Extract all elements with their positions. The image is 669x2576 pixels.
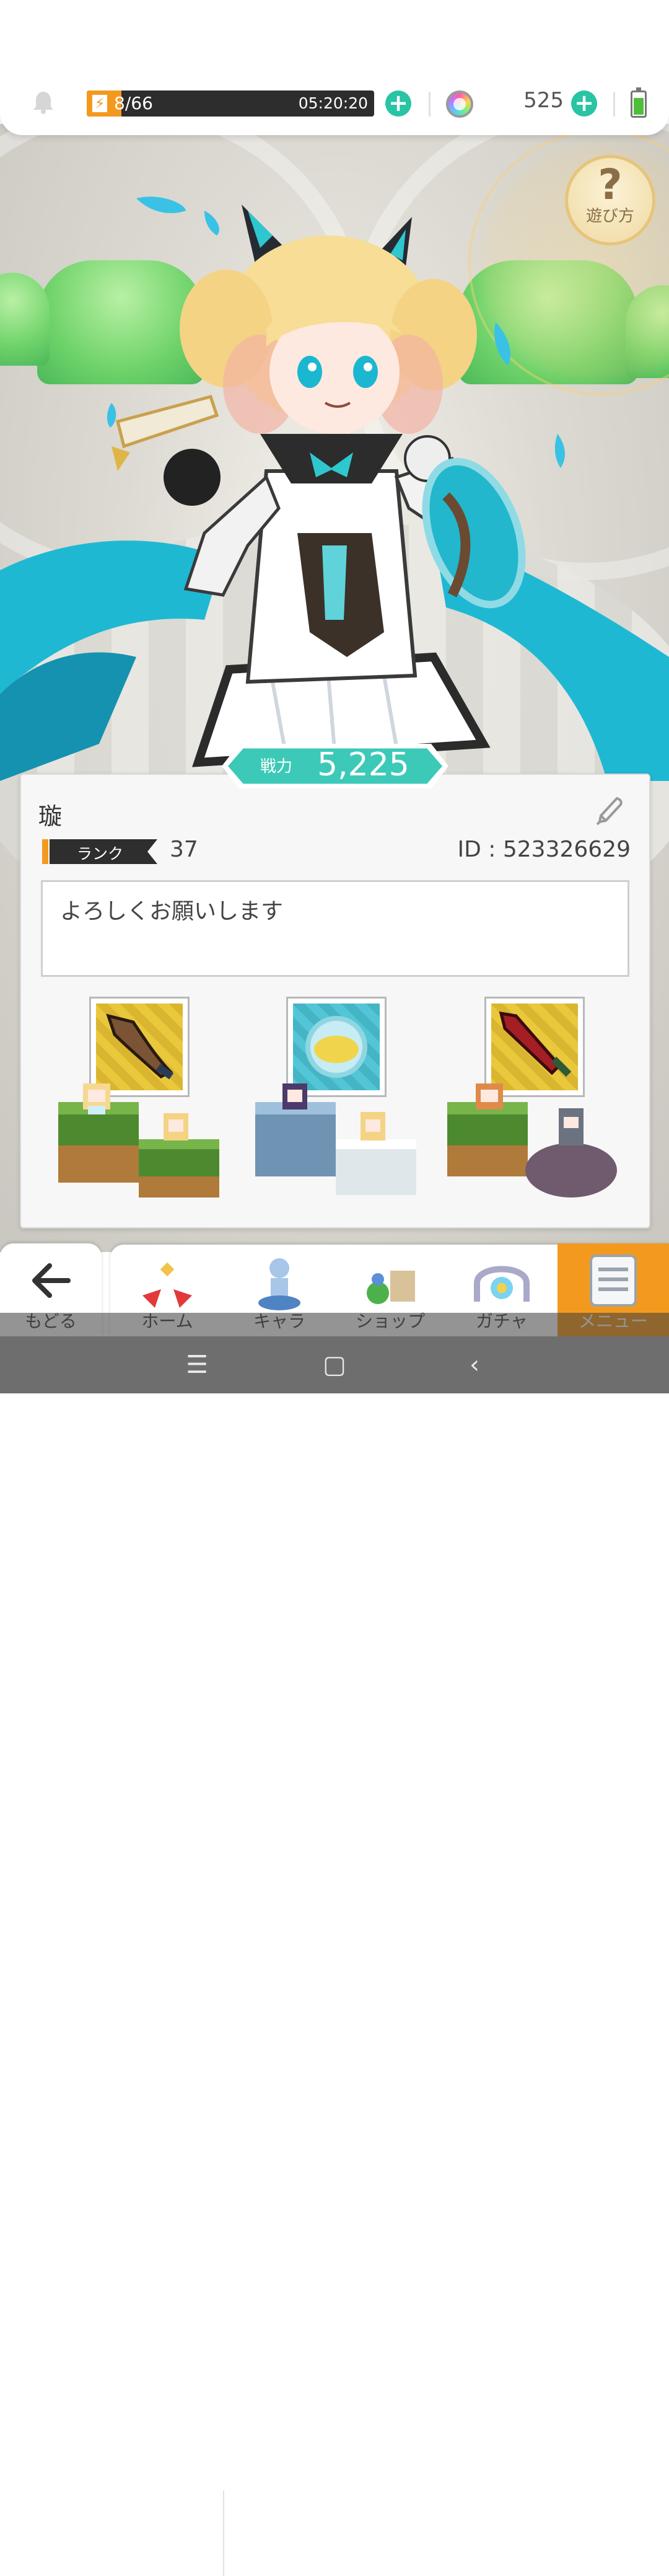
home-icon <box>142 1262 192 1308</box>
character-illustration <box>0 196 669 781</box>
power-value: 5,225 <box>317 746 409 783</box>
battery-icon <box>631 87 647 118</box>
menu-list-icon <box>590 1255 637 1307</box>
question-icon: ? <box>598 161 623 210</box>
system-navigation-bar: ☰ ▢ ‹ <box>0 1336 669 1393</box>
weapon-frame <box>484 997 585 1097</box>
bell-icon[interactable] <box>32 90 55 114</box>
party-units <box>58 1083 219 1198</box>
combat-power-badge: 戦力 5,225 <box>221 743 450 790</box>
player-id: ID : 523326629 <box>457 837 631 862</box>
gacha-icon <box>474 1266 530 1302</box>
party-slot-1[interactable] <box>46 997 232 1207</box>
player-name: 璇 <box>38 803 63 830</box>
weapon-frame <box>89 997 190 1097</box>
edit-pen-icon[interactable] <box>592 796 624 828</box>
add-gems-button[interactable]: + <box>571 90 597 117</box>
weapon-frame <box>286 997 387 1097</box>
stamina-timer: 05:20:20 <box>298 94 368 112</box>
rank-tag: ランク <box>42 839 157 864</box>
add-stamina-button[interactable]: + <box>385 90 411 117</box>
how-to-play-button[interactable]: ? 遊び方 <box>565 155 655 245</box>
power-label: 戦力 <box>260 757 293 776</box>
orb-icon <box>305 1016 367 1078</box>
stamina-bar: ⚡ 8/66 05:20:20 <box>87 90 374 117</box>
stamina-count: 8/66 <box>114 93 153 113</box>
party-units <box>447 1083 617 1198</box>
divider <box>613 92 615 117</box>
shop-icon <box>367 1271 415 1304</box>
divider <box>429 92 431 117</box>
lightning-icon: ⚡ <box>90 93 109 114</box>
character-icon <box>258 1258 300 1310</box>
party-slot-3[interactable] <box>441 997 627 1207</box>
rank-value: 37 <box>170 837 198 862</box>
scimitar-icon <box>106 1013 174 1080</box>
rank-label: ランク <box>77 845 124 863</box>
party-slot-2[interactable] <box>243 997 429 1207</box>
profile-comment-box[interactable]: よろしくお願いします <box>41 880 629 977</box>
profile-card: 璇 ランク 37 ID : 523326629 よろしくお願いします <box>20 774 650 1228</box>
crimson-sword-icon <box>499 1011 572 1077</box>
how-to-play-label: 遊び方 <box>585 207 634 226</box>
system-home-button[interactable]: ▢ <box>320 1350 349 1380</box>
gem-icon <box>446 90 473 118</box>
gem-count: 525 <box>523 88 564 113</box>
nav-shade <box>0 1313 669 1338</box>
system-back-button[interactable]: ‹ <box>460 1350 489 1380</box>
recent-apps-button[interactable]: ☰ <box>182 1350 212 1380</box>
profile-comment: よろしくお願いします <box>60 899 284 924</box>
party-units <box>255 1083 416 1195</box>
top-status-bar: ⚡ 8/66 05:20:20 + 525 + <box>0 0 669 135</box>
